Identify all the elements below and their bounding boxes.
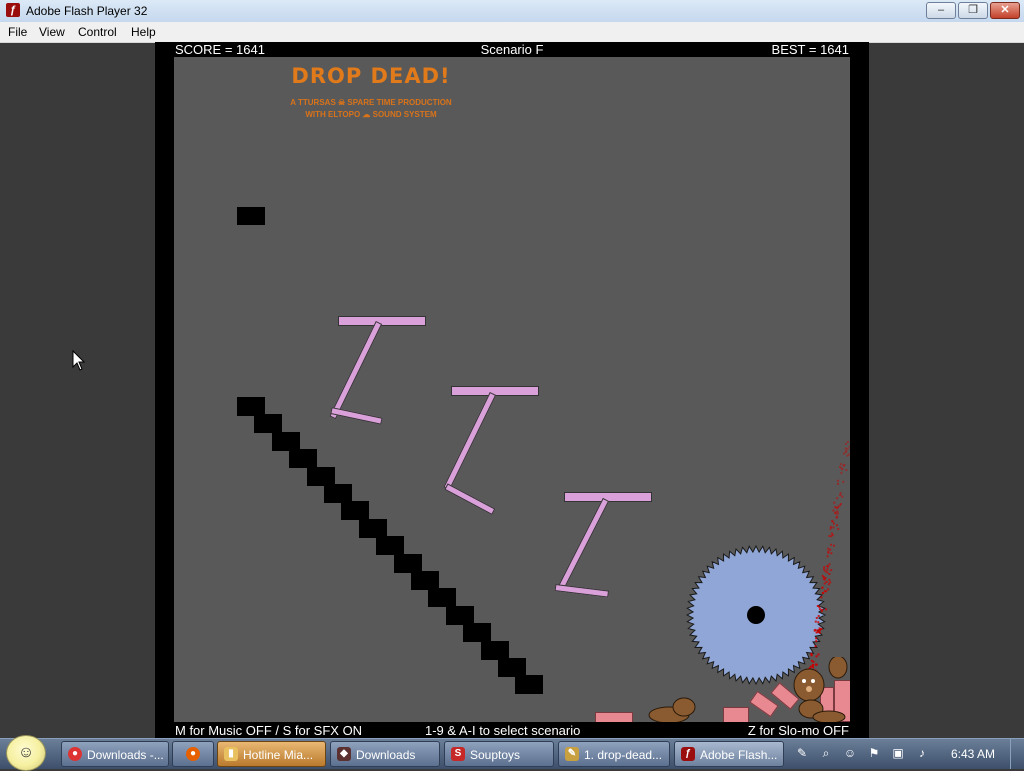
- flash-icon: ƒ: [681, 747, 695, 761]
- taskbar-item-firefox[interactable]: ●: [172, 741, 214, 767]
- taskbar-item-hotline-miami[interactable]: ▮ Hotline Mia...: [217, 741, 326, 767]
- platform-top-bar: [338, 316, 426, 326]
- taskbar: ☺ ● Downloads -... ● ▮ Hotline Mia... ◆ …: [0, 735, 1024, 771]
- taskbar-item-label: 1. drop-dead...: [584, 748, 663, 762]
- restore-icon: ❐: [968, 4, 978, 16]
- stair-block: [515, 675, 544, 695]
- souptoys-icon: S: [451, 747, 465, 761]
- chrome-icon: ●: [68, 747, 82, 761]
- taskbar-item-downloads-chrome[interactable]: ● Downloads -...: [61, 741, 169, 767]
- black-block: [237, 207, 265, 225]
- menu-bar: File View Control Help: [0, 22, 1024, 43]
- network-tray-icon[interactable]: ▣: [890, 745, 906, 761]
- pencil-tray-icon[interactable]: ✎: [794, 745, 810, 761]
- taskbar-item-drop-dead-file[interactable]: ✎ 1. drop-dead...: [558, 741, 670, 767]
- platform-diagonal: [557, 497, 610, 592]
- browser-icon: ◆: [337, 747, 351, 761]
- stair-block: [341, 501, 370, 521]
- stair-block: [324, 484, 352, 503]
- close-icon: ✕: [1000, 4, 1010, 16]
- stair-block: [393, 553, 422, 573]
- credit-line-2: WITH ELTOPO ☁ SOUND SYSTEM: [305, 110, 437, 119]
- brick: [595, 712, 633, 722]
- stair-block: [428, 588, 457, 608]
- folder-icon: ▮: [224, 747, 238, 761]
- maximize-button[interactable]: ❐: [958, 2, 988, 19]
- flag-tray-icon[interactable]: ⚑: [866, 745, 882, 761]
- stair-block: [306, 466, 335, 486]
- volume-tray-icon[interactable]: ♪: [914, 745, 930, 761]
- minimize-button[interactable]: –: [926, 2, 956, 19]
- stair-block: [271, 431, 300, 451]
- game-logo: DROP DEAD!: [291, 64, 451, 88]
- stair-block: [463, 623, 492, 643]
- ragdoll-bear: [648, 657, 848, 722]
- taskbar-item-label: Downloads -...: [87, 748, 164, 762]
- stair-block: [411, 571, 439, 590]
- smiley-start-icon: ☺: [17, 744, 35, 761]
- stair-block: [254, 414, 283, 434]
- stair-block: [358, 518, 387, 538]
- start-button[interactable]: ☺: [6, 735, 46, 771]
- pencil-icon: ✎: [565, 747, 579, 761]
- taskbar-item-label: Hotline Mia...: [243, 748, 314, 762]
- platform-bottom-bar: [330, 407, 383, 425]
- taskbar-item-label: Downloads: [356, 748, 416, 762]
- system-tray: ✎ ⌕ ☺ ⚑ ▣ ♪: [788, 743, 948, 765]
- show-desktop-button[interactable]: [1010, 739, 1024, 769]
- stair-block: [289, 449, 318, 469]
- stair-block: [498, 658, 526, 677]
- menu-help[interactable]: Help: [131, 25, 156, 39]
- credit-line-1: A TTURSAS ☠ SPARE TIME PRODUCTION: [290, 98, 452, 107]
- stair-block: [237, 397, 265, 416]
- title-bar: ƒ Adobe Flash Player 32 – ❐ ✕: [0, 0, 1024, 23]
- taskbar-clock[interactable]: 6:43 AM: [951, 747, 995, 761]
- mouse-cursor-icon: [72, 350, 86, 371]
- chat-tray-icon[interactable]: ☺: [842, 745, 858, 761]
- menu-file[interactable]: File: [8, 25, 27, 39]
- taskbar-item-label: Souptoys: [470, 748, 521, 762]
- stair-block: [445, 605, 474, 625]
- flash-game-stage[interactable]: SCORE = 1641 Scenario F BEST = 1641 DROP…: [155, 42, 869, 738]
- scenario-select-hint: 1-9 & A-I to select scenario: [425, 723, 581, 738]
- taskbar-item-souptoys[interactable]: S Souptoys: [444, 741, 554, 767]
- music-sfx-hint: M for Music OFF / S for SFX ON: [175, 723, 363, 738]
- game-field[interactable]: DROP DEAD! A TTURSAS ☠ SPARE TIME PRODUC…: [174, 57, 850, 722]
- taskbar-item-downloads[interactable]: ◆ Downloads: [330, 741, 440, 767]
- search-tray-icon[interactable]: ⌕: [818, 745, 834, 761]
- firefox-icon: ●: [186, 747, 200, 761]
- taskbar-item-adobe-flash[interactable]: ƒ Adobe Flash...: [674, 741, 784, 767]
- best-score-label: BEST = 1641: [771, 42, 849, 57]
- flash-icon: ƒ: [6, 3, 20, 17]
- slowmo-hint: Z for Slo-mo OFF: [747, 723, 849, 738]
- platform-bottom-bar: [554, 584, 610, 598]
- taskbar-item-label: Adobe Flash...: [700, 748, 778, 762]
- close-button[interactable]: ✕: [990, 2, 1020, 19]
- platform-diagonal: [329, 320, 383, 420]
- window-title: Adobe Flash Player 32: [26, 4, 148, 18]
- menu-view[interactable]: View: [39, 25, 65, 39]
- minimize-icon: –: [937, 4, 945, 16]
- stair-block: [480, 640, 509, 660]
- platform-bottom-bar: [444, 483, 496, 515]
- stair-block: [376, 536, 405, 556]
- menu-control[interactable]: Control: [78, 25, 117, 39]
- platform-diagonal: [443, 391, 497, 491]
